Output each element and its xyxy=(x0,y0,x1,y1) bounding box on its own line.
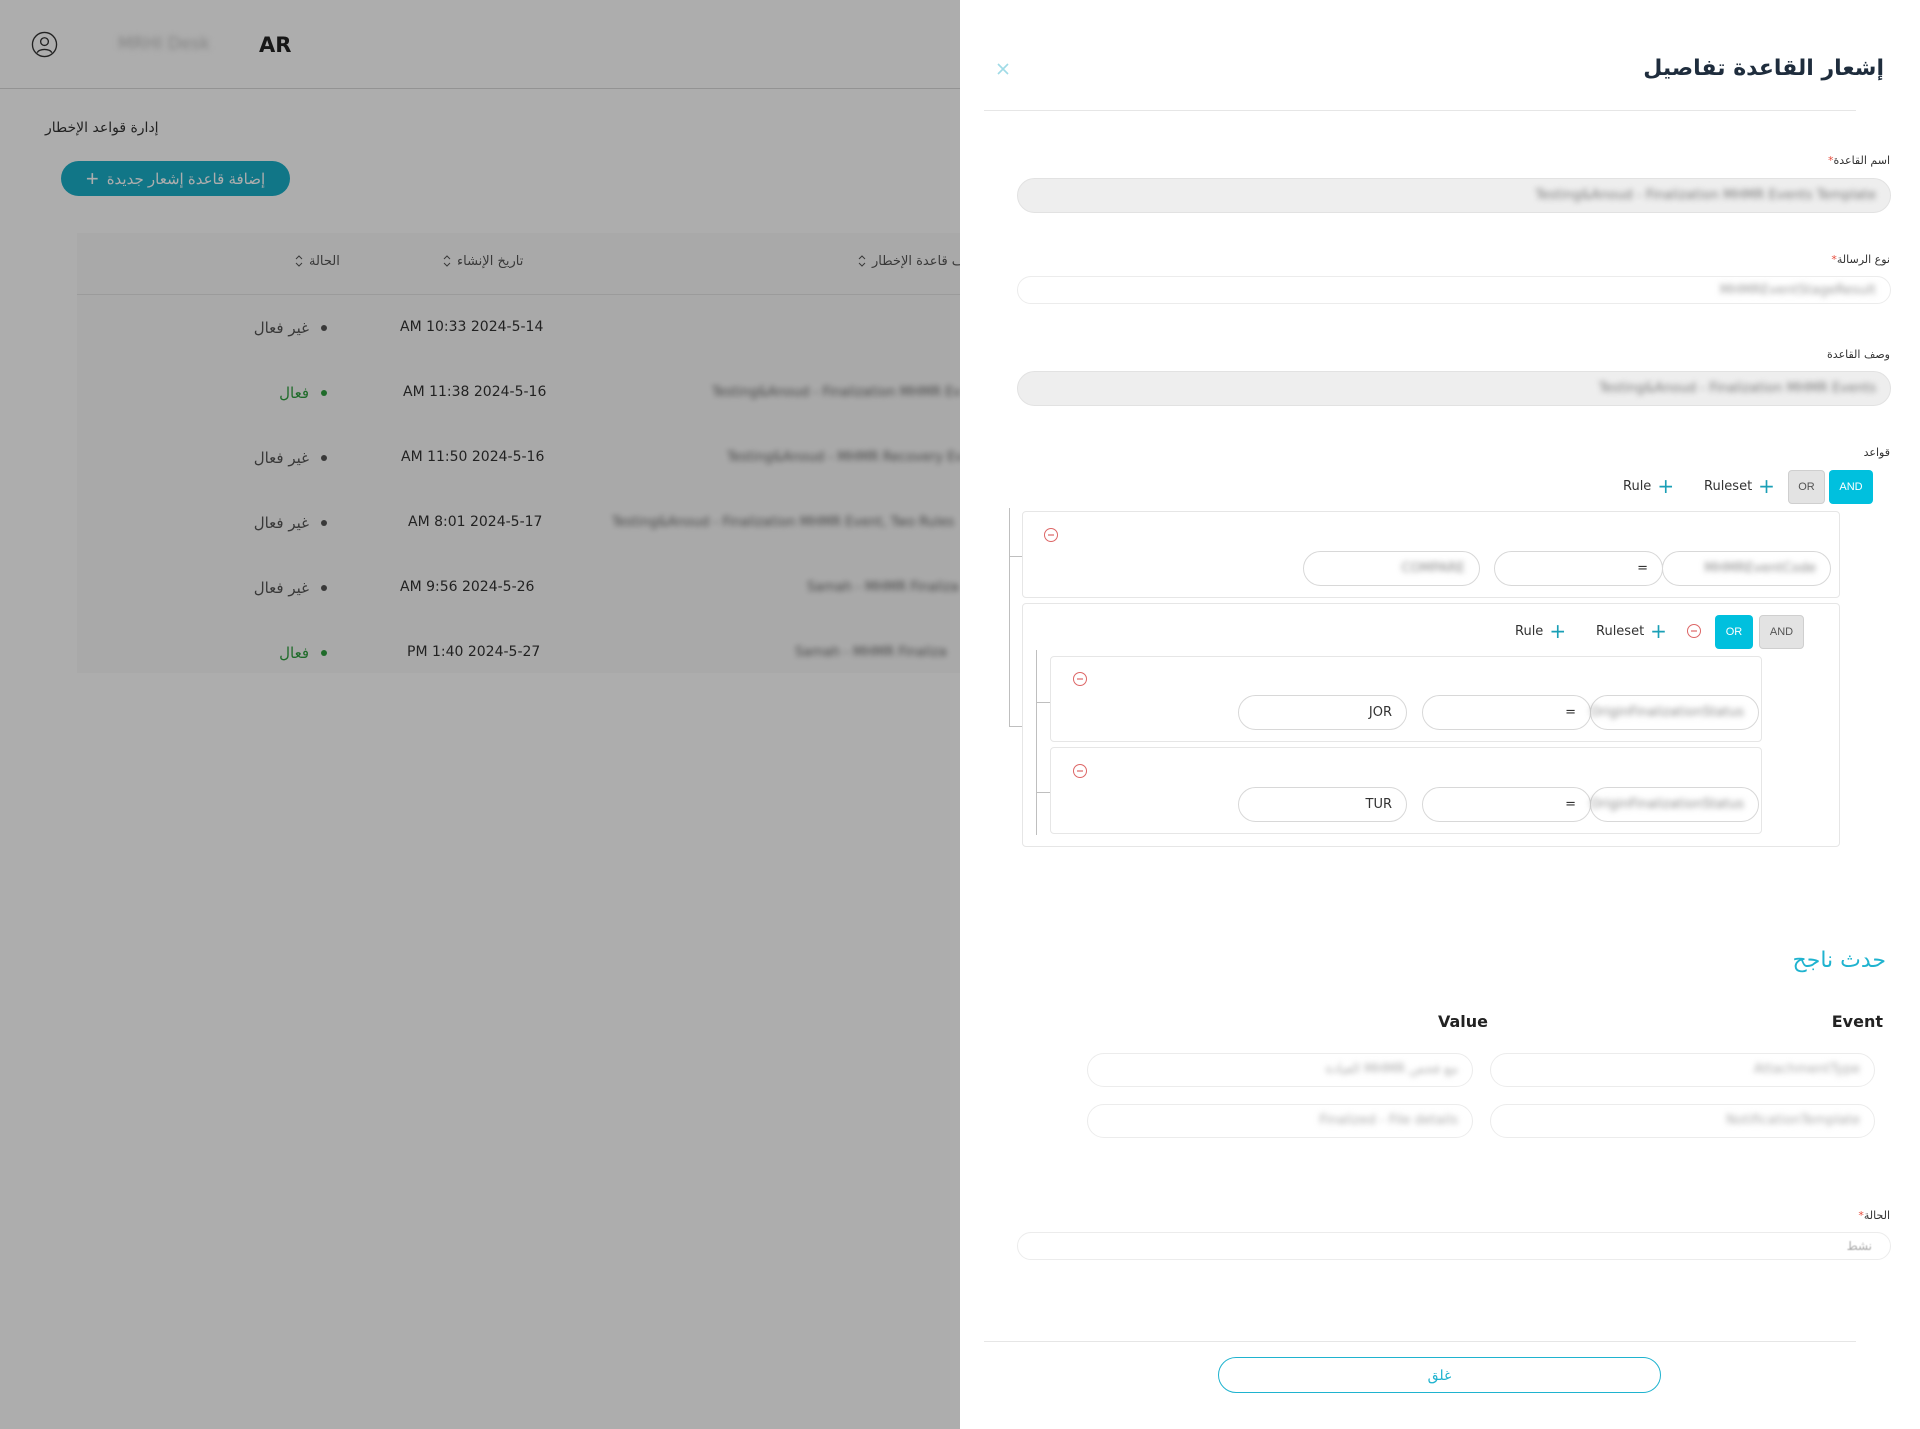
status-label: *الحالة xyxy=(1858,1209,1890,1222)
remove-rule-icon[interactable] xyxy=(1072,763,1088,779)
tree-connector xyxy=(1036,792,1050,793)
value-field[interactable]: العيادة MHMR مع فحص xyxy=(1087,1053,1473,1087)
plus-icon: + xyxy=(1657,474,1675,498)
rules-label: قواعد xyxy=(1863,446,1890,459)
divider xyxy=(984,110,1856,111)
plus-icon: + xyxy=(1549,619,1567,643)
plus-icon: + xyxy=(1758,474,1775,498)
rule-details-drawer: إشعار القاعدة تفاصيل *اسم القاعدة Testin… xyxy=(960,0,1920,1429)
remove-rule-icon[interactable] xyxy=(1072,671,1088,687)
event-field[interactable]: AttachmentType xyxy=(1490,1053,1875,1087)
rule-value-input[interactable]: TUR xyxy=(1238,787,1407,822)
and-toggle[interactable]: AND xyxy=(1829,470,1873,504)
resulting-event-title: حدث ناجح xyxy=(1792,948,1886,973)
remove-rule-icon[interactable] xyxy=(1043,527,1059,543)
value-column-header: Value xyxy=(1437,1012,1488,1031)
description-label: وصف القاعدة xyxy=(1827,348,1890,361)
event-field[interactable]: NotificationTemplate xyxy=(1490,1104,1875,1138)
event-column-header: Event xyxy=(1831,1012,1883,1031)
message-type-label: *نوع الرسالة xyxy=(1831,253,1890,266)
description-field[interactable]: Testing&Anoud - Finalization MHMR Events xyxy=(1017,371,1891,406)
rule-name-field[interactable]: Testing&Anoud - Finalization MHMR Events… xyxy=(1017,178,1891,213)
rule-value-input[interactable]: COMPARE xyxy=(1303,551,1480,586)
close-button[interactable]: غلق xyxy=(1218,1357,1661,1393)
tree-connector xyxy=(1036,702,1050,703)
add-ruleset-button[interactable]: Ruleset + xyxy=(1596,621,1667,641)
divider xyxy=(984,1341,1856,1342)
status-select[interactable]: نشط xyxy=(1017,1232,1891,1260)
or-toggle[interactable]: OR xyxy=(1715,615,1753,649)
message-type-select[interactable]: MHMREventStageResult xyxy=(1017,276,1891,304)
or-toggle[interactable]: OR xyxy=(1788,470,1825,504)
rule-field-select[interactable]: MHMREventCode xyxy=(1662,551,1831,586)
rule-row: COMPARE = MHMREventCode xyxy=(1022,511,1840,598)
plus-icon: + xyxy=(1650,619,1667,643)
add-rule-button[interactable]: Rule + xyxy=(1623,476,1674,496)
remove-ruleset-icon[interactable] xyxy=(1686,623,1702,639)
tree-connector xyxy=(1036,650,1037,835)
ruleset-group: AND OR Ruleset + Rule + JOR = OriginFina… xyxy=(1022,603,1840,847)
close-icon[interactable] xyxy=(994,60,1012,78)
rule-row: JOR = OriginFinalizationStatus xyxy=(1050,656,1762,742)
add-ruleset-button[interactable]: Ruleset + xyxy=(1704,476,1775,496)
rule-operator-select[interactable]: = xyxy=(1422,787,1591,822)
and-toggle[interactable]: AND xyxy=(1759,615,1804,649)
rule-operator-select[interactable]: = xyxy=(1494,551,1663,586)
rule-name-label: *اسم القاعدة xyxy=(1827,154,1890,167)
drawer-title: إشعار القاعدة تفاصيل xyxy=(1643,56,1884,81)
rule-field-select[interactable]: OriginFinalizationStatus xyxy=(1590,695,1759,730)
tree-connector xyxy=(1009,508,1010,726)
rule-operator-select[interactable]: = xyxy=(1422,695,1591,730)
modal-backdrop[interactable] xyxy=(0,0,960,1429)
add-rule-button[interactable]: Rule + xyxy=(1515,621,1566,641)
rule-field-select[interactable]: OriginFinalizationStatus xyxy=(1590,787,1759,822)
rule-row: TUR = OriginFinalizationStatus xyxy=(1050,747,1762,834)
value-field[interactable]: Finalized - File details xyxy=(1087,1104,1473,1138)
rule-value-input[interactable]: JOR xyxy=(1238,695,1407,730)
